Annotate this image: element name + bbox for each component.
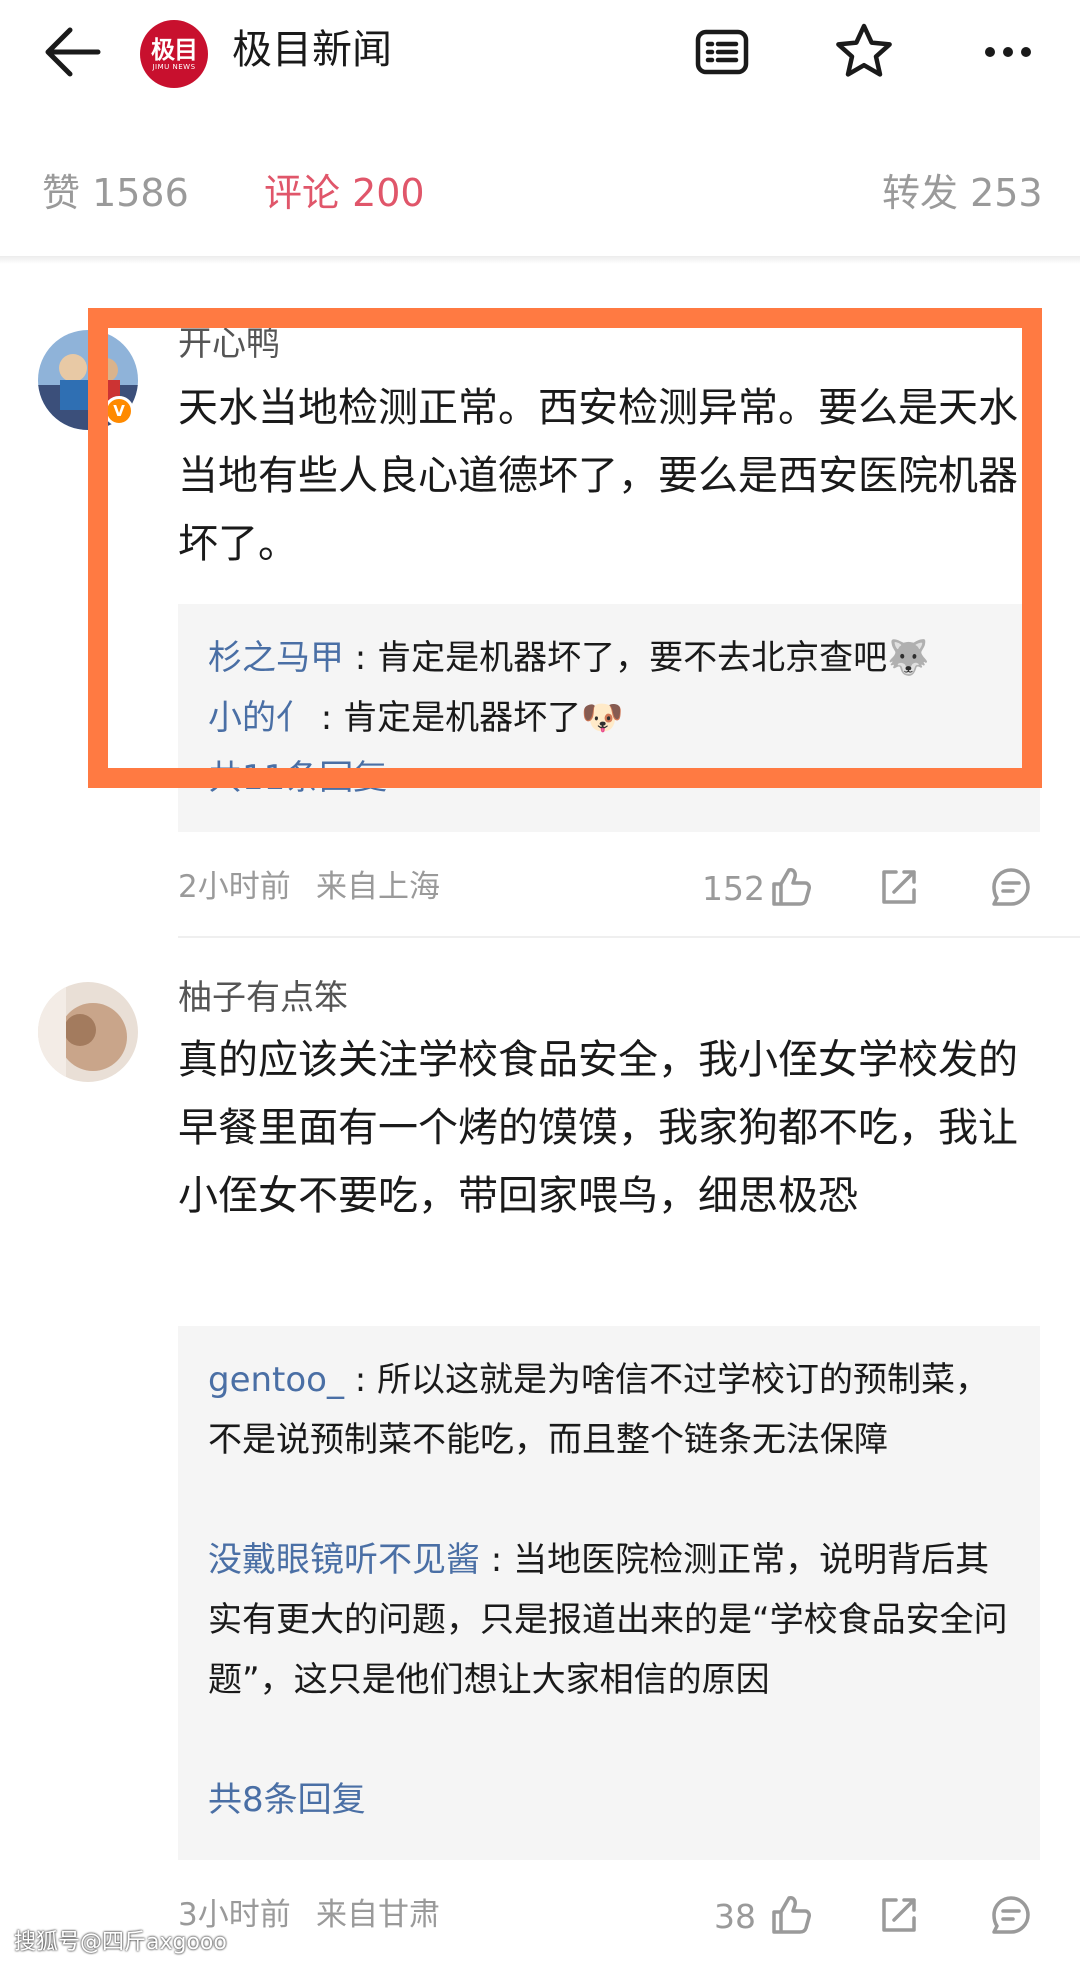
stats-divider bbox=[0, 256, 1080, 264]
tab-comments[interactable]: 评论 200 bbox=[264, 168, 425, 218]
reply-colon: : bbox=[310, 698, 344, 738]
share-icon[interactable] bbox=[876, 1892, 922, 1938]
reply-item[interactable]: 杉之马甲 : 肯定是机器坏了，要不去北京查吧🐺 bbox=[208, 628, 1018, 688]
avatar[interactable] bbox=[38, 982, 138, 1082]
comment-time: 2小时前 bbox=[178, 869, 291, 905]
top-bar: 极目 JIMU NEWS 极目新闻 bbox=[0, 0, 1080, 110]
comment-text: 真的应该关注学校食品安全，我小侄女学校发的早餐里面有一个烤的馍馍，我家狗都不吃，… bbox=[178, 1037, 1018, 1219]
reply-box[interactable]: gentoo_ : 所以这就是为啥信不过学校订的预制菜，不是说预制菜不能吃，而且… bbox=[178, 1326, 1040, 1860]
reply-box[interactable]: 杉之马甲 : 肯定是机器坏了，要不去北京查吧🐺 小的亻 : 肯定是机器坏了🐶 共… bbox=[178, 604, 1040, 832]
reply-username[interactable]: 小的亻 bbox=[208, 698, 310, 738]
tab-shares[interactable]: 转发 253 bbox=[882, 168, 1043, 218]
reply-item[interactable]: gentoo_ : 所以这就是为啥信不过学校订的预制菜，不是说预制菜不能吃，而且… bbox=[208, 1350, 1018, 1470]
star-icon[interactable] bbox=[832, 20, 896, 84]
comment-text: 天水当地检测正常。西安检测异常。要么是天水当地有些人良心道德坏了，要么是西安医院… bbox=[178, 385, 1018, 567]
reply-username[interactable]: 杉之马甲 bbox=[208, 638, 344, 678]
husky-emoji-icon: 🐺 bbox=[887, 638, 930, 678]
watermark: 搜狐号@四斤axgooo bbox=[14, 1930, 227, 1955]
reply-username[interactable]: 没戴眼镜听不见酱 bbox=[208, 1540, 480, 1580]
reply-bubble-icon[interactable] bbox=[988, 1892, 1034, 1938]
comment-location: 来自上海 bbox=[316, 869, 440, 905]
reply-text: 肯定是机器坏了，要不去北京查吧 bbox=[377, 638, 888, 678]
article-list-icon[interactable] bbox=[690, 20, 754, 84]
more-icon[interactable] bbox=[976, 20, 1040, 84]
logo-subtext: JIMU NEWS bbox=[152, 62, 196, 71]
reply-item[interactable]: 小的亻 : 肯定是机器坏了🐶 bbox=[208, 688, 1018, 748]
more-replies-link[interactable]: 共11条回复 bbox=[208, 748, 387, 808]
thumbs-up-icon[interactable] bbox=[768, 1892, 814, 1938]
reply-item[interactable]: 没戴眼镜听不见酱 : 当地医院检测正常，说明背后其实有更大的问题，只是报道出来的… bbox=[208, 1530, 1018, 1710]
thumbs-up-icon[interactable] bbox=[768, 864, 814, 910]
share-icon[interactable] bbox=[876, 864, 922, 910]
verified-badge-icon: V bbox=[104, 396, 134, 426]
reply-username[interactable]: gentoo_ bbox=[208, 1360, 344, 1400]
like-count: 38 bbox=[714, 1897, 756, 1936]
reply-text: 肯定是机器坏了 bbox=[343, 698, 582, 738]
logo-text: 极目 bbox=[151, 35, 198, 64]
stats-bar: 赞 1586 评论 200 转发 253 bbox=[0, 150, 1080, 240]
app-title: 极目新闻 bbox=[232, 27, 392, 73]
doge-emoji-icon: 🐶 bbox=[581, 698, 624, 738]
comment-location: 来自甘肃 bbox=[316, 1897, 440, 1933]
back-arrow-icon[interactable] bbox=[40, 24, 104, 80]
app-logo: 极目 JIMU NEWS bbox=[140, 20, 208, 88]
like-count: 152 bbox=[702, 869, 765, 908]
reply-colon: : bbox=[480, 1540, 514, 1580]
tab-likes[interactable]: 赞 1586 bbox=[42, 168, 189, 218]
reply-colon: : bbox=[344, 638, 378, 678]
comment-username[interactable]: 柚子有点笨 bbox=[178, 976, 348, 1020]
comment-divider bbox=[178, 936, 1080, 938]
reply-colon: : bbox=[343, 1360, 378, 1400]
reply-bubble-icon[interactable] bbox=[988, 864, 1034, 910]
more-replies-link[interactable]: 共8条回复 bbox=[208, 1770, 366, 1830]
comment-username[interactable]: 开心鸭 bbox=[178, 322, 280, 366]
